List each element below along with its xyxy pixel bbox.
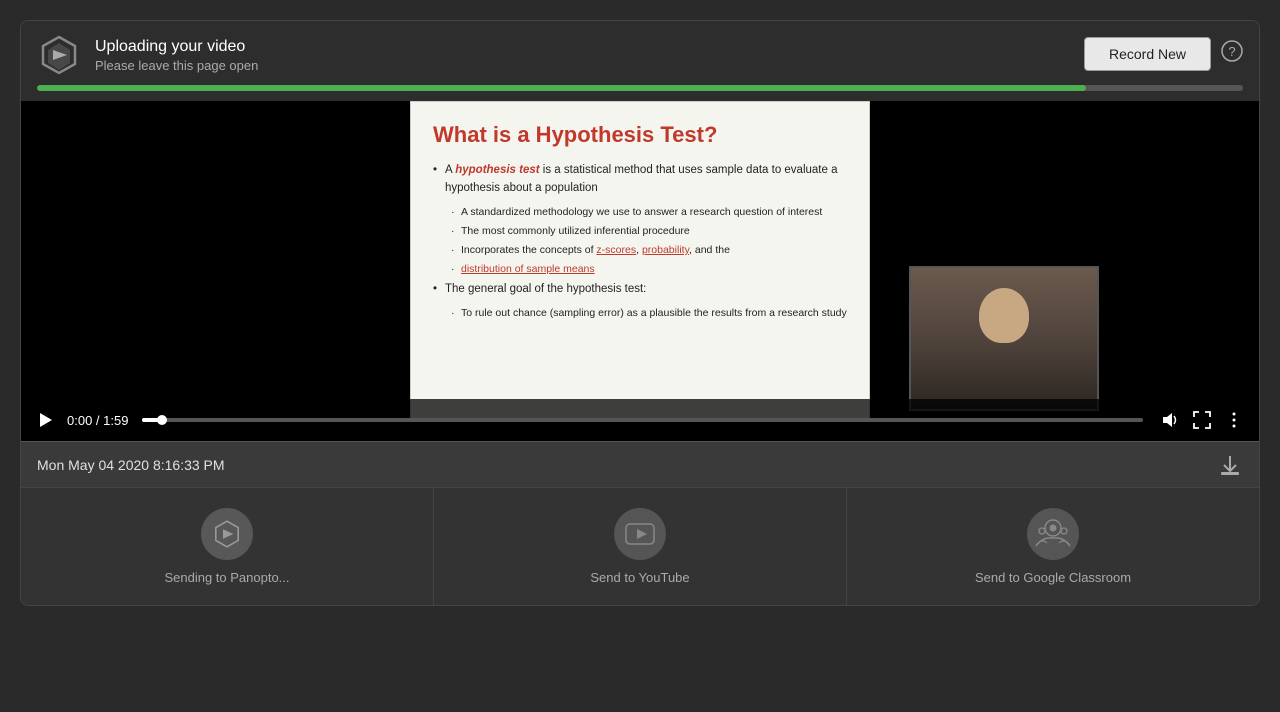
help-icon: ?: [1221, 40, 1243, 62]
upload-subtitle: Please leave this page open: [95, 58, 258, 73]
volume-icon: [1161, 411, 1179, 429]
video-progress-thumb: [157, 415, 167, 425]
panopto-share-icon: [211, 518, 243, 550]
video-progress-track[interactable]: [142, 418, 1143, 422]
header-right: Record New ?: [1084, 33, 1243, 71]
play-button[interactable]: [33, 408, 57, 432]
progress-fill: [37, 85, 1086, 91]
slide-content: A hypothesis test is a statistical metho…: [433, 162, 847, 321]
slide-sub-1: A standardized methodology we use to ans…: [449, 204, 847, 220]
google-classroom-icon: [1035, 518, 1071, 550]
slide-sub-4: To rule out chance (sampling error) as a…: [449, 305, 847, 321]
timestamp-text: Mon May 04 2020 8:16:33 PM: [37, 457, 225, 473]
webcam-overlay: [909, 266, 1099, 411]
play-icon: [37, 412, 53, 428]
video-area: What is a Hypothesis Test? A hypothesis …: [21, 101, 1259, 441]
slide-sub-3b: distribution of sample means: [449, 261, 847, 277]
header-text: Uploading your video Please leave this p…: [95, 37, 258, 73]
slide-title: What is a Hypothesis Test?: [433, 122, 847, 148]
header: Uploading your video Please leave this p…: [21, 21, 1259, 77]
slide-bullet-1: A hypothesis test is a statistical metho…: [433, 162, 847, 198]
more-options-icon: [1225, 411, 1243, 429]
slide-bullet-2: The general goal of the hypothesis test:: [433, 281, 847, 299]
main-window: Uploading your video Please leave this p…: [20, 20, 1260, 606]
header-left: Uploading your video Please leave this p…: [37, 33, 258, 77]
slide-frame: What is a Hypothesis Test? A hypothesis …: [410, 101, 870, 421]
google-classroom-label: Send to Google Classroom: [975, 570, 1131, 585]
probability-link: probability: [642, 244, 689, 256]
share-row: Sending to Panopto... Send to YouTube: [21, 487, 1259, 605]
download-icon: [1217, 452, 1243, 478]
progress-bar-container: [21, 77, 1259, 101]
youtube-icon: [625, 523, 655, 545]
distribution-link: distribution of sample means: [461, 263, 595, 275]
slide-sub-3: Incorporates the concepts of z-scores, p…: [449, 242, 847, 258]
webcam-person: [911, 268, 1097, 409]
send-to-google-classroom-button[interactable]: Send to Google Classroom: [847, 488, 1259, 605]
more-options-button[interactable]: [1221, 407, 1247, 433]
fullscreen-button[interactable]: [1189, 407, 1215, 433]
progress-track: [37, 85, 1243, 91]
panopto-logo-icon: [37, 33, 81, 77]
timestamp-bar: Mon May 04 2020 8:16:33 PM: [21, 441, 1259, 487]
record-new-button[interactable]: Record New: [1084, 37, 1211, 71]
panopto-label: Sending to Panopto...: [164, 570, 289, 585]
google-classroom-icon-wrap: [1027, 508, 1079, 560]
help-button[interactable]: ?: [1221, 40, 1243, 68]
svg-text:?: ?: [1228, 44, 1235, 59]
time-display: 0:00 / 1:59: [67, 413, 128, 428]
slide-sub-2: The most commonly utilized inferential p…: [449, 223, 847, 239]
send-to-panopto-button[interactable]: Sending to Panopto...: [21, 488, 434, 605]
panopto-icon-wrap: [201, 508, 253, 560]
send-to-youtube-button[interactable]: Send to YouTube: [434, 488, 847, 605]
zscores-link: z-scores: [596, 244, 636, 256]
volume-button[interactable]: [1157, 407, 1183, 433]
upload-title: Uploading your video: [95, 37, 258, 58]
hypothesis-test-italic: hypothesis test: [455, 164, 539, 176]
video-controls: 0:00 / 1:59: [21, 399, 1259, 441]
youtube-label: Send to YouTube: [590, 570, 689, 585]
controls-right: [1157, 407, 1247, 433]
youtube-icon-wrap: [614, 508, 666, 560]
fullscreen-icon: [1193, 411, 1211, 429]
download-button[interactable]: [1217, 452, 1243, 478]
